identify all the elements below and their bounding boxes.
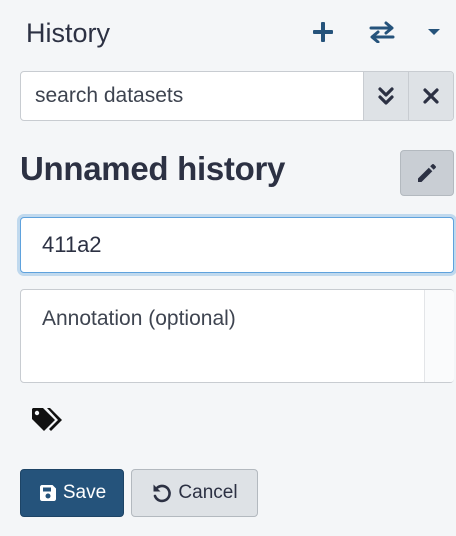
edit-history-button[interactable] xyxy=(400,150,454,196)
floppy-disk-icon xyxy=(39,485,56,501)
edit-tags-button[interactable] xyxy=(29,404,67,436)
caret-down-icon xyxy=(428,29,440,35)
annotation-textarea[interactable] xyxy=(20,289,454,383)
double-chevron-down-icon xyxy=(378,87,394,105)
save-button-label: Save xyxy=(62,482,107,503)
switch-history-button[interactable] xyxy=(364,14,400,50)
undo-icon xyxy=(153,484,172,503)
plus-icon xyxy=(313,22,333,42)
advanced-search-toggle-button[interactable] xyxy=(363,72,408,120)
history-options-button[interactable] xyxy=(416,14,452,50)
cancel-button-label: Cancel xyxy=(178,482,238,503)
create-history-button[interactable] xyxy=(305,14,341,50)
history-header: History xyxy=(26,14,446,52)
switch-icon xyxy=(369,21,395,43)
panel-title: History xyxy=(26,18,111,48)
search-bar xyxy=(20,71,454,121)
history-panel: History search datasets Unnamed history … xyxy=(0,0,456,536)
search-input[interactable] xyxy=(21,72,363,120)
history-name-title: Unnamed history xyxy=(20,150,286,187)
clear-search-button[interactable] xyxy=(408,72,453,120)
close-icon xyxy=(423,88,439,104)
history-name-input[interactable] xyxy=(20,217,454,273)
pencil-icon xyxy=(418,164,436,182)
cancel-button[interactable]: Cancel xyxy=(131,469,258,517)
annotation-scrollbar[interactable] xyxy=(424,290,454,382)
tags-icon xyxy=(32,408,62,431)
save-button[interactable]: Save xyxy=(20,469,124,517)
